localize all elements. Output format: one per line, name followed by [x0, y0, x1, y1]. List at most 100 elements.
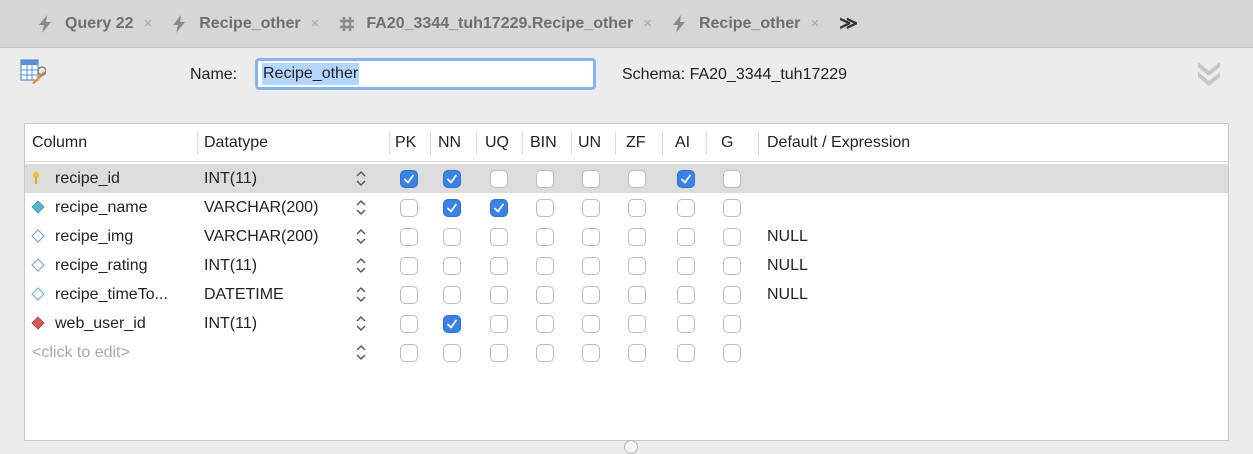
nn-checkbox[interactable] [443, 257, 461, 275]
header-g[interactable]: G [721, 124, 733, 162]
datatype-stepper-icon[interactable] [355, 257, 367, 274]
default-expression-cell[interactable]: NULL [767, 251, 808, 280]
table-row[interactable]: recipe_timeTo... DATETIME NULL [25, 280, 1228, 309]
pk-checkbox[interactable] [400, 315, 418, 333]
g-checkbox[interactable] [723, 170, 741, 188]
un-checkbox[interactable] [582, 344, 600, 362]
zf-checkbox[interactable] [628, 170, 646, 188]
default-expression-cell[interactable]: NULL [767, 280, 808, 309]
un-checkbox[interactable] [582, 228, 600, 246]
bin-checkbox[interactable] [536, 199, 554, 217]
un-checkbox[interactable] [582, 199, 600, 217]
ai-checkbox[interactable] [677, 228, 695, 246]
tab-table-recipe-other[interactable]: FA20_3344_tuh17229.Recipe_other × [339, 0, 652, 48]
bin-checkbox[interactable] [536, 170, 554, 188]
uq-checkbox[interactable] [490, 257, 508, 275]
ai-checkbox[interactable] [677, 344, 695, 362]
nn-checkbox[interactable] [443, 286, 461, 304]
zf-checkbox[interactable] [628, 286, 646, 304]
tab-query-22[interactable]: Query 22 × [38, 0, 152, 48]
header-nn[interactable]: NN [438, 124, 461, 162]
nn-checkbox[interactable] [443, 228, 461, 246]
header-datatype[interactable]: Datatype [204, 124, 268, 162]
bin-checkbox[interactable] [536, 315, 554, 333]
g-checkbox[interactable] [723, 315, 741, 333]
header-zf[interactable]: ZF [626, 124, 646, 162]
uq-checkbox[interactable] [490, 286, 508, 304]
uq-checkbox[interactable] [490, 315, 508, 333]
un-checkbox[interactable] [582, 286, 600, 304]
header-un[interactable]: UN [578, 124, 601, 162]
column-name-cell[interactable]: recipe_timeTo... [55, 280, 168, 309]
column-name-cell[interactable]: web_user_id [55, 309, 146, 338]
nn-checkbox[interactable] [443, 344, 461, 362]
g-checkbox[interactable] [723, 344, 741, 362]
ai-checkbox[interactable] [677, 315, 695, 333]
zf-checkbox[interactable] [628, 344, 646, 362]
datatype-cell[interactable]: INT(11) [204, 164, 257, 193]
bin-checkbox[interactable] [536, 344, 554, 362]
header-default[interactable]: Default / Expression [767, 124, 910, 162]
collapse-chevron-icon[interactable] [1196, 60, 1222, 88]
zf-checkbox[interactable] [628, 257, 646, 275]
un-checkbox[interactable] [582, 315, 600, 333]
nn-checkbox[interactable] [443, 199, 461, 217]
datatype-cell[interactable]: INT(11) [204, 309, 257, 338]
uq-checkbox[interactable] [490, 199, 508, 217]
datatype-stepper-icon[interactable] [355, 344, 367, 361]
bin-checkbox[interactable] [536, 286, 554, 304]
pk-checkbox[interactable] [400, 257, 418, 275]
datatype-stepper-icon[interactable] [355, 199, 367, 216]
pk-checkbox[interactable] [400, 344, 418, 362]
column-name-cell[interactable]: recipe_name [55, 193, 148, 222]
column-name-cell[interactable]: recipe_rating [55, 251, 148, 280]
close-icon[interactable]: × [643, 15, 652, 32]
ai-checkbox[interactable] [677, 170, 695, 188]
g-checkbox[interactable] [723, 199, 741, 217]
pk-checkbox[interactable] [400, 199, 418, 217]
zf-checkbox[interactable] [628, 228, 646, 246]
nn-checkbox[interactable] [443, 315, 461, 333]
datatype-cell[interactable]: VARCHAR(200) [204, 222, 318, 251]
datatype-stepper-icon[interactable] [355, 286, 367, 303]
splitter-handle[interactable] [624, 440, 638, 454]
datatype-stepper-icon[interactable] [355, 315, 367, 332]
uq-checkbox[interactable] [490, 344, 508, 362]
tab-recipe-other[interactable]: Recipe_other × [172, 0, 319, 48]
bin-checkbox[interactable] [536, 257, 554, 275]
header-bin[interactable]: BIN [530, 124, 557, 162]
header-ai[interactable]: AI [675, 124, 690, 162]
table-name-input[interactable]: Recipe_other [255, 58, 596, 90]
ai-checkbox[interactable] [677, 199, 695, 217]
column-name-cell[interactable]: recipe_id [55, 164, 120, 193]
table-row[interactable]: recipe_id INT(11) [25, 164, 1228, 193]
g-checkbox[interactable] [723, 257, 741, 275]
table-row[interactable]: web_user_id INT(11) [25, 309, 1228, 338]
close-icon[interactable]: × [810, 15, 819, 32]
close-icon[interactable]: × [311, 15, 320, 32]
default-expression-cell[interactable]: NULL [767, 222, 808, 251]
column-name-cell[interactable]: recipe_img [55, 222, 133, 251]
pk-checkbox[interactable] [400, 170, 418, 188]
table-row[interactable]: recipe_name VARCHAR(200) [25, 193, 1228, 222]
g-checkbox[interactable] [723, 286, 741, 304]
datatype-stepper-icon[interactable] [355, 228, 367, 245]
tab-recipe-other-2[interactable]: Recipe_other × [672, 0, 819, 48]
ai-checkbox[interactable] [677, 286, 695, 304]
pk-checkbox[interactable] [400, 228, 418, 246]
uq-checkbox[interactable] [490, 228, 508, 246]
table-row[interactable]: recipe_rating INT(11) NULL [25, 251, 1228, 280]
close-icon[interactable]: × [143, 15, 152, 32]
new-column-row[interactable]: <click to edit> [25, 338, 1228, 367]
datatype-stepper-icon[interactable] [355, 170, 367, 187]
pk-checkbox[interactable] [400, 286, 418, 304]
ai-checkbox[interactable] [677, 257, 695, 275]
bin-checkbox[interactable] [536, 228, 554, 246]
datatype-cell[interactable]: VARCHAR(200) [204, 193, 318, 222]
uq-checkbox[interactable] [490, 170, 508, 188]
zf-checkbox[interactable] [628, 315, 646, 333]
click-to-edit-placeholder[interactable]: <click to edit> [32, 338, 130, 367]
g-checkbox[interactable] [723, 228, 741, 246]
table-row[interactable]: recipe_img VARCHAR(200) NULL [25, 222, 1228, 251]
datatype-cell[interactable]: DATETIME [204, 280, 284, 309]
